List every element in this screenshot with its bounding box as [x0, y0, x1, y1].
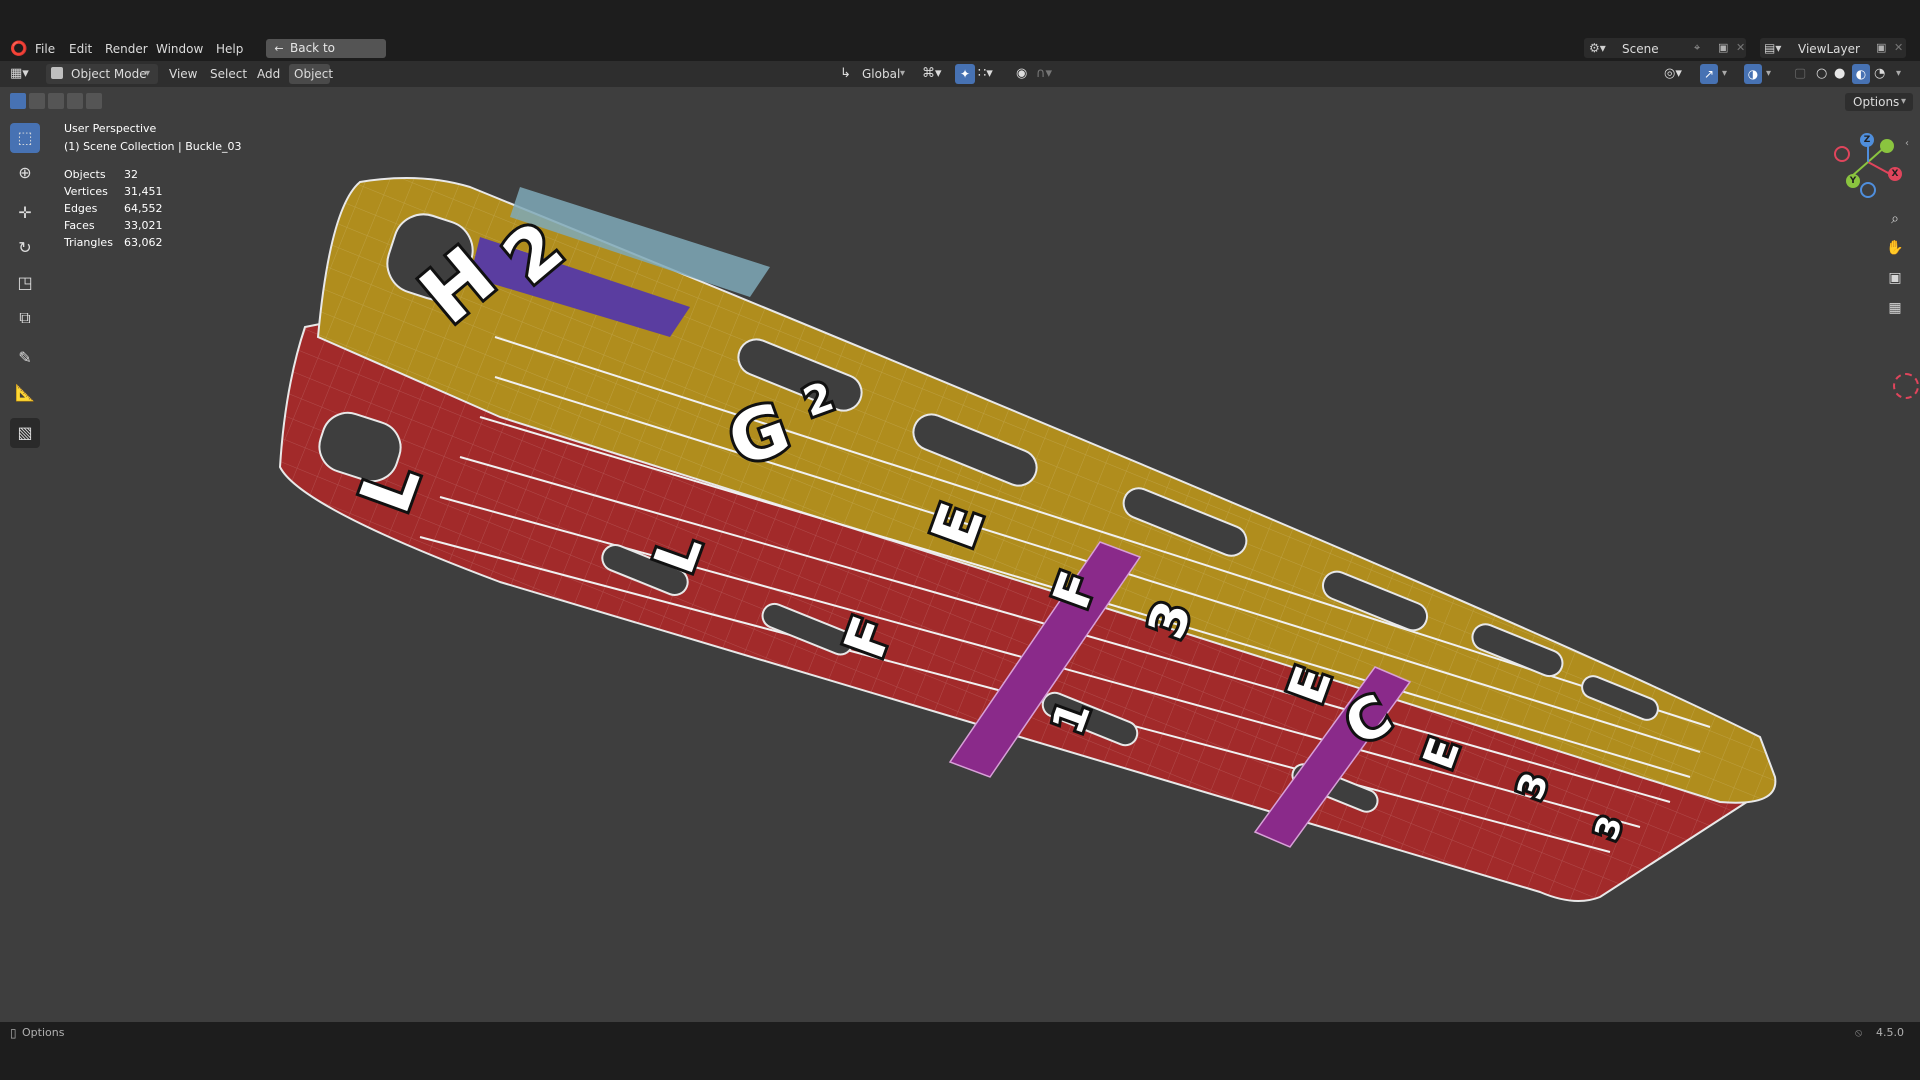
options-label: Options [1853, 95, 1900, 109]
scene-name[interactable]: Scene [1622, 40, 1659, 58]
transform-orientation[interactable]: Global [862, 66, 900, 82]
gizmo-x-negative[interactable] [1834, 146, 1850, 162]
sidebar-toggle-icon[interactable]: ‹ [1905, 138, 1915, 152]
snap-icon[interactable]: ✦ [955, 64, 975, 84]
chevron-down-icon: ▾ [1722, 68, 1728, 79]
gizmo-z-negative[interactable] [1860, 182, 1876, 198]
scene-icon: ⚙▾ [1589, 41, 1606, 55]
network-off-icon: ⦸ [1855, 1026, 1863, 1039]
chevron-down-icon: ▾ [1766, 68, 1772, 79]
transform-icon[interactable]: ⧉ [10, 303, 40, 333]
menu-edit[interactable]: Edit [69, 40, 92, 58]
back-icon: ← [274, 42, 284, 55]
select-box-icon[interactable]: ⬚ [10, 123, 40, 153]
rotate-icon[interactable]: ↻ [10, 233, 40, 263]
move-icon[interactable]: ✛ [10, 198, 40, 228]
rendered-shading-icon[interactable]: ◔ [1874, 66, 1885, 82]
orientation-icon: ↳ [840, 66, 851, 81]
wireframe-shading-icon[interactable]: ○ [1816, 66, 1827, 82]
selection-mode-group [10, 93, 102, 109]
overlays-toggle-icon[interactable]: ◑ [1744, 64, 1762, 84]
version-label: 4.5.0 [1876, 1026, 1904, 1039]
gizmo-y-positive[interactable] [1880, 139, 1894, 153]
gizmo-y-axis[interactable]: Y [1846, 174, 1860, 188]
stat-faces-label: Faces [64, 219, 95, 232]
gizmo-toggle-icon[interactable]: ↗ [1700, 64, 1718, 84]
select-intersect-icon[interactable] [86, 93, 102, 109]
perspective-label: User Perspective [64, 122, 157, 135]
editor-type-icon[interactable]: ▦▾ [10, 64, 40, 84]
options-dropdown[interactable]: Options ▾ [1845, 93, 1913, 111]
annotate-icon[interactable]: ✎ [10, 343, 40, 373]
bottom-strip [0, 1046, 1920, 1080]
menu-help[interactable]: Help [216, 40, 243, 58]
new-scene-icon[interactable]: ▣ [1718, 40, 1732, 56]
stat-faces-value: 33,021 [124, 219, 163, 232]
camera-view-icon[interactable]: ▣ [1883, 266, 1907, 290]
chevron-down-icon: ▾ [1896, 68, 1902, 79]
delete-scene-icon[interactable]: ✕ [1736, 40, 1746, 56]
stat-vertices-label: Vertices [64, 185, 108, 198]
scale-icon[interactable]: ◳ [10, 268, 40, 298]
add-cube-icon[interactable]: ▧ [10, 418, 40, 448]
solid-shading-icon[interactable]: ● [1834, 66, 1845, 82]
3d-cursor-icon [1893, 373, 1919, 399]
mode-label: Object Mode [71, 67, 147, 81]
pin-icon[interactable]: ⌖ [1694, 40, 1708, 56]
perspective-toggle-icon[interactable]: ▦ [1883, 296, 1907, 320]
menu-render[interactable]: Render [105, 40, 148, 58]
view-layer-name[interactable]: ViewLayer [1798, 40, 1860, 58]
select-subtract-icon[interactable] [48, 93, 64, 109]
select-extend-icon[interactable] [29, 93, 45, 109]
chevron-down-icon: ▾ [900, 68, 906, 79]
gizmo-z-axis[interactable]: Z [1860, 133, 1874, 147]
menu-view[interactable]: View [169, 66, 197, 82]
back-to-previous-button[interactable]: ← Back to Previous [266, 39, 386, 74]
stat-triangles-label: Triangles [64, 236, 113, 249]
collection-label: (1) Scene Collection | Buckle_03 [64, 140, 242, 153]
stat-objects-value: 32 [124, 168, 138, 181]
menu-file[interactable]: File [35, 40, 55, 58]
stat-edges-label: Edges [64, 202, 98, 215]
menu-window[interactable]: Window [156, 40, 203, 58]
new-view-layer-icon[interactable]: ▣ [1876, 40, 1890, 56]
falloff-icon[interactable]: ∩▾ [1036, 66, 1052, 82]
chevron-down-icon: ▾ [1901, 96, 1907, 107]
chevron-down-icon: ▾ [145, 68, 151, 79]
material-preview-icon[interactable]: ◐ [1852, 64, 1870, 84]
stat-vertices-value: 31,451 [124, 185, 163, 198]
menu-select[interactable]: Select [210, 66, 247, 82]
3d-viewport[interactable]: H 2 G 2 E F L 3 E C F E L 1 3 3 [0, 87, 1920, 1022]
proportional-editing-icon[interactable]: ◉ [1016, 66, 1027, 82]
select-new-icon[interactable] [10, 93, 26, 109]
blender-logo-icon[interactable]: ⭕ [10, 41, 28, 57]
status-options-label: Options [22, 1026, 65, 1039]
stat-objects-label: Objects [64, 168, 106, 181]
delete-view-layer-icon[interactable]: ✕ [1894, 40, 1904, 56]
pan-hand-icon[interactable]: ✋ [1883, 236, 1907, 260]
mouse-icon: ▯ [10, 1026, 17, 1040]
pivot-point-icon[interactable]: ⌘▾ [922, 66, 942, 82]
object-mode-icon [51, 67, 63, 79]
stat-edges-value: 64,552 [124, 202, 163, 215]
measure-icon[interactable]: 📐 [10, 378, 40, 408]
snap-target-icon[interactable]: ∷▾ [978, 66, 993, 82]
menu-add[interactable]: Add [257, 66, 280, 82]
visibility-icon[interactable]: ◎▾ [1664, 66, 1682, 82]
cursor-icon[interactable]: ⊕ [10, 158, 40, 188]
select-invert-icon[interactable] [67, 93, 83, 109]
model-render: H 2 G 2 E F L 3 E C F E L 1 3 3 [278, 177, 1777, 902]
menu-object: Object [294, 67, 334, 81]
gizmo-x-axis[interactable]: X [1888, 167, 1902, 181]
xray-toggle-icon[interactable]: ▢ [1794, 66, 1806, 82]
zoom-icon[interactable]: ⌕ [1883, 207, 1907, 231]
stat-triangles-value: 63,062 [124, 236, 163, 249]
status-bar [0, 1022, 1920, 1046]
view-layer-icon: ▤▾ [1764, 41, 1782, 55]
